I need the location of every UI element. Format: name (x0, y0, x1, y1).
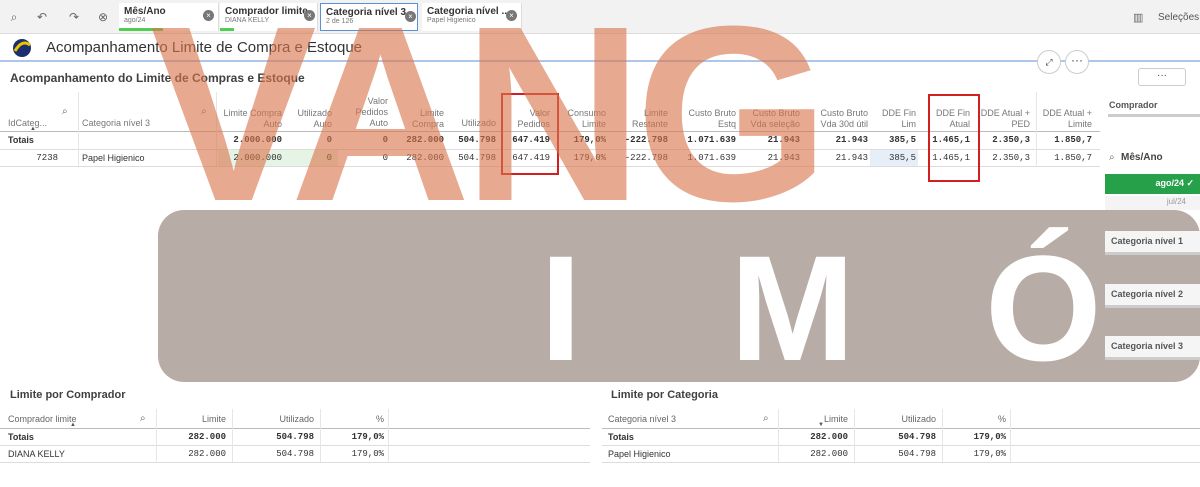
divider (1108, 114, 1200, 117)
app-logo-icon (13, 39, 31, 57)
cell: 385,5 (888, 135, 916, 145)
header-utilizado[interactable]: Utilizado (236, 414, 314, 424)
divider (232, 409, 233, 462)
totals-label: Totais (8, 135, 34, 145)
filter-categoria-2[interactable]: Categoria nível 2 (1105, 284, 1200, 308)
filter-mes-selected[interactable]: ago/24 ✓ (1105, 174, 1200, 194)
categoria-table-title: Limite por Categoria (611, 389, 718, 401)
cell: 282.000 (810, 449, 848, 459)
filter-mes-ano-title: Mês/Ano (1121, 152, 1163, 163)
cell[interactable]: DIANA KELLY (8, 446, 65, 462)
search-icon[interactable]: ⌕ (140, 413, 146, 424)
divider (778, 409, 779, 462)
cell: 504.798 (898, 432, 936, 442)
cell: 1.850,7 (1054, 135, 1092, 145)
expand-icon[interactable]: ⤢ (1037, 50, 1061, 74)
clear-selections-icon[interactable]: ⊗ (93, 8, 113, 26)
header-dde-fin-lim[interactable]: DDE Fin Lim (876, 108, 916, 130)
cell: 504.798 (898, 449, 936, 459)
header-limite[interactable]: Limite (782, 414, 848, 424)
step-back-icon[interactable]: ↶ (32, 8, 52, 26)
cell: 2.350,3 (992, 153, 1030, 163)
cell: 179,0% (351, 449, 384, 459)
cell: 179,0% (351, 432, 384, 442)
header-percent[interactable]: % (324, 414, 384, 424)
table-totals-row: Totais 282.000 504.798 179,0% (0, 429, 590, 445)
divider (320, 409, 321, 462)
cell: 179,0% (973, 449, 1006, 459)
header-percent[interactable]: % (946, 414, 1006, 424)
cell: 282.000 (188, 449, 226, 459)
header-categoria[interactable]: Categoria nível 3 (82, 118, 150, 129)
categoria-table: Categoria nível 3 ⌕ ▼ Limite Utilizado %… (602, 409, 1200, 465)
header-dde-atual-limite[interactable]: DDE Atual + Limite (1040, 108, 1092, 130)
search-icon[interactable]: ⌕ (1109, 152, 1115, 163)
more-options-icon[interactable]: ··· (1065, 50, 1089, 74)
search-icon[interactable]: ⌕ (763, 413, 769, 424)
filter-categoria-3[interactable]: Categoria nível 3 (1105, 336, 1200, 360)
cell: 1.850,7 (1054, 153, 1092, 163)
cell: 179,0% (973, 432, 1006, 442)
watermark-letter: I (540, 224, 582, 392)
divider (602, 462, 1200, 463)
table-totals-row: Totais 282.000 504.798 179,0% (602, 429, 1200, 445)
divider (854, 409, 855, 462)
divider (1010, 409, 1011, 462)
divider (0, 462, 590, 463)
smart-search-icon[interactable]: ⌕ (4, 8, 24, 26)
divider (1036, 92, 1037, 166)
cell: 282.000 (188, 432, 226, 442)
filter-mes-option[interactable]: jul/24 (1105, 196, 1200, 210)
cell[interactable]: Papel Higienico (82, 150, 145, 166)
comprador-table-title: Limite por Comprador (10, 389, 126, 401)
cell[interactable]: Papel Higienico (608, 446, 671, 462)
cell: 7238 (36, 153, 58, 163)
header-idcateg[interactable]: IdCateg... (8, 118, 47, 129)
divider (78, 92, 79, 166)
cell: 504.798 (276, 449, 314, 459)
table-row[interactable]: Papel Higienico 282.000 504.798 179,0% (602, 446, 1200, 462)
divider (942, 409, 943, 462)
comprador-table: Comprador limite ⌕ ▲ Limite Utilizado % … (0, 409, 590, 465)
header-categoria-nivel-3[interactable]: Categoria nível 3 (608, 414, 676, 424)
cell: 504.798 (276, 432, 314, 442)
watermark-letter: M (730, 224, 855, 392)
selections-button[interactable]: Seleções (1158, 12, 1199, 23)
divider (388, 409, 389, 462)
selections-icon: ▥ (1133, 12, 1144, 24)
cell: 282.000 (810, 432, 848, 442)
header-utilizado[interactable]: Utilizado (858, 414, 936, 424)
header-dde-atual-ped[interactable]: DDE Atual + PED (980, 108, 1030, 130)
search-icon[interactable]: ⌕ (62, 106, 68, 117)
more-options-icon[interactable]: ··· (1138, 68, 1186, 86)
filter-comprador[interactable]: Comprador (1109, 100, 1158, 110)
header-limite[interactable]: Limite (160, 414, 226, 424)
totals-label: Totais (608, 432, 634, 442)
cell: 2.350,3 (992, 135, 1030, 145)
cell: 385,5 (888, 153, 916, 163)
highlight-dde-fin-atual (928, 94, 980, 182)
filter-categoria-1[interactable]: Categoria nível 1 (1105, 231, 1200, 255)
step-forward-icon[interactable]: ↷ (64, 8, 84, 26)
header-comprador-limite[interactable]: Comprador limite (8, 414, 77, 424)
totals-label: Totais (8, 432, 34, 442)
divider (156, 409, 157, 462)
watermark-letter: Ó (985, 224, 1102, 392)
table-row[interactable]: DIANA KELLY 282.000 504.798 179,0% (0, 446, 590, 462)
